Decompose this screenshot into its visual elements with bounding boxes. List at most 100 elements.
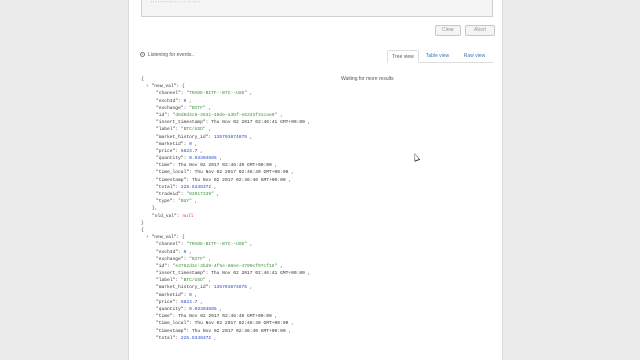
tab-tree-view[interactable]: Tree view	[387, 50, 419, 63]
collapse-toggle-icon[interactable]: ▾	[146, 84, 149, 89]
field-value: 6824.7	[180, 148, 198, 154]
field-key: "channel":	[156, 242, 184, 248]
field-key: "exchId":	[156, 249, 181, 255]
close-brace: },	[152, 206, 158, 212]
event-open-brace: {	[141, 76, 481, 83]
open-brace: {	[181, 235, 185, 241]
old-val-key: "old_val":	[152, 213, 180, 219]
field-value: "BUY"	[178, 199, 192, 205]
field-value: Thu Nov 02 2017 02:46:40 GMT+00:00	[178, 314, 272, 320]
json-field-row: "market_history_id": 135793874875 ,	[156, 285, 253, 291]
field-key: "quantity":	[156, 307, 187, 312]
open-brace: {	[141, 227, 144, 233]
json-field-row: "time": Thu Nov 02 2017 02:46:40 GMT+00:…	[156, 163, 278, 169]
new-val-close-row: },	[141, 205, 481, 212]
field-key: "market_history_id":	[156, 134, 212, 140]
field-value: Thu Nov 02 2017 02:46:40 GMT+00:00	[191, 177, 286, 183]
new-val-key: "new_val":	[151, 235, 180, 241]
field-value: Thu Nov 02 2017 02:46:40 GMT+00:00	[194, 170, 289, 176]
field-value: "BITF"	[189, 105, 206, 111]
field-value: 225.5348372	[180, 335, 212, 341]
collapse-toggle-icon[interactable]: ▾	[146, 235, 149, 240]
json-tree-view: {▾ "new_val": {"channel": "TRADE-BITF--B…	[141, 76, 481, 342]
close-brace: }	[141, 220, 144, 226]
field-key: "label":	[156, 127, 179, 133]
field-value: "e3762d3c-3bd9-4f5e-88ee-4700cf97cf18"	[172, 263, 278, 269]
field-key: "exchange":	[156, 105, 187, 111]
json-field-row: "tradeid": "83917339" ,	[156, 192, 220, 197]
field-value: "TRADE-BITF--BTC--USD"	[186, 242, 247, 248]
field-key: "total":	[156, 335, 179, 341]
tab-raw-view[interactable]: Raw view	[458, 50, 491, 63]
field-value: 0	[189, 292, 192, 298]
listening-text: Listening for events..	[148, 52, 195, 58]
field-value: 135793874875	[213, 285, 247, 291]
json-field-row: "quantity": 0.03304685 ,	[156, 156, 223, 162]
field-value: 0.03304685	[189, 307, 217, 312]
json-field-row: "type": "BUY" ,	[156, 199, 198, 205]
field-value: 0.03304685	[189, 156, 217, 162]
query-editor[interactable]: ·····················	[141, 0, 493, 17]
field-value: 135793874875	[213, 134, 247, 140]
open-brace: {	[181, 84, 185, 90]
field-value: 0	[189, 141, 192, 147]
new-val-row: ▾ "new_val": {	[141, 234, 481, 241]
field-key: "price":	[156, 148, 179, 154]
new-val-key: "new_val":	[151, 84, 180, 90]
listening-status: Listening for events..	[140, 52, 194, 59]
event-close-brace: }	[141, 220, 481, 227]
field-key: "label":	[156, 278, 179, 284]
field-key: "id":	[156, 112, 170, 118]
query-editor-text: ·····················	[150, 1, 201, 5]
json-field-row: "total": 225.5348372 ,	[156, 335, 217, 341]
field-key: "timestamp":	[156, 328, 190, 334]
field-value: "BTC/USD"	[180, 278, 206, 284]
json-field-row: "id": "e3762d3c-3bd9-4f5e-88ee-4700cf97c…	[156, 263, 283, 269]
event-open-brace: {	[141, 227, 481, 234]
field-key: "time_local":	[156, 170, 192, 176]
field-value: "BITF"	[189, 256, 206, 262]
field-value: Thu Nov 02 2017 02:46:40 GMT+00:00	[194, 321, 289, 327]
field-value: 225.5348372	[180, 184, 212, 190]
json-field-row: "channel": "TRADE-BITF--BTC--USD" ,	[156, 242, 253, 248]
json-field-row: "time_local": Thu Nov 02 2017 02:46:40 G…	[156, 321, 294, 327]
field-value: 0	[183, 98, 187, 104]
field-value: Thu Nov 02 2017 02:46:41 GMT+00:00	[211, 120, 305, 126]
field-key: "exchange":	[156, 256, 187, 262]
json-field-row: "timestamp": Thu Nov 02 2017 02:46:40 GM…	[156, 177, 292, 183]
field-value: "BTC/USD"	[180, 127, 206, 133]
field-value: 6824.7	[180, 299, 198, 305]
field-key: "time_local":	[156, 321, 192, 327]
json-field-row: "insert_timestamp": Thu Nov 02 2017 02:4…	[156, 120, 311, 126]
tab-table-view[interactable]: Table view	[420, 50, 455, 63]
json-field-row: "exchId": 0 ,	[156, 249, 192, 255]
json-field-row: "marketid": 0 ,	[156, 141, 198, 147]
json-field-row: "price": 6824.7 ,	[156, 299, 203, 305]
json-field-row: "timestamp": Thu Nov 02 2017 02:46:40 GM…	[156, 328, 292, 334]
field-value: Thu Nov 02 2017 02:46:40 GMT+00:00	[178, 163, 272, 169]
abort-button[interactable]: Abort	[465, 25, 495, 36]
field-key: "quantity":	[156, 156, 187, 162]
field-key: "type":	[156, 199, 176, 205]
json-field-row: "market_history_id": 135793874875 ,	[156, 134, 253, 140]
new-val-row: ▾ "new_val": {	[141, 83, 481, 90]
old-val-value: null	[182, 213, 194, 219]
json-field-row: "time_local": Thu Nov 02 2017 02:46:40 G…	[156, 170, 294, 176]
field-key: "marketid":	[156, 292, 187, 298]
field-key: "timestamp":	[156, 177, 190, 183]
json-field-row: "channel": "TRADE-BITF--BTC--USD" ,	[156, 91, 253, 97]
json-field-row: "quantity": 0.03304685 ,	[156, 307, 223, 312]
field-key: "id":	[156, 263, 170, 269]
field-key: "time":	[156, 314, 176, 320]
json-field-row: "label": "BTC/USD" ,	[156, 278, 212, 284]
json-field-row: "total": 225.5348372 ,	[156, 184, 217, 190]
field-key: "total":	[156, 184, 179, 190]
json-field-row: "insert_timestamp": Thu Nov 02 2017 02:4…	[156, 271, 311, 277]
clear-button[interactable]: Clear	[435, 25, 461, 36]
field-key: "insert_timestamp":	[156, 120, 209, 126]
json-field-row: "exchId": 0 ,	[156, 98, 192, 104]
listening-icon	[140, 52, 145, 57]
json-field-row: "label": "BTC/USD" ,	[156, 127, 212, 133]
field-key: "insert_timestamp":	[156, 271, 209, 277]
field-value: "83917339"	[186, 192, 214, 197]
